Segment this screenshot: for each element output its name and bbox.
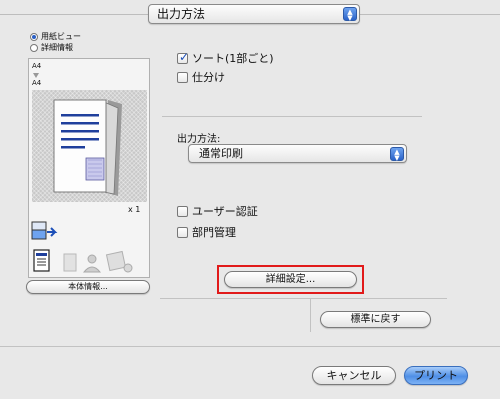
document-icon	[33, 249, 50, 272]
user-auth-checkbox[interactable]	[177, 205, 188, 217]
footer-divider	[0, 346, 500, 347]
radio-paper-view[interactable]	[30, 32, 38, 41]
output-method-select[interactable]: 通常印刷 ▲ ▼	[188, 144, 407, 163]
view-option-details-label: 詳細情報	[41, 43, 73, 52]
output-method-popup[interactable]: 出力方法 ▲ ▼	[148, 4, 360, 24]
output-method-label: 出力方法:	[177, 134, 221, 145]
sort-checkbox[interactable]	[177, 50, 189, 64]
arrow-down-icon	[33, 73, 39, 78]
view-option-paper-label: 用紙ビュー	[41, 32, 81, 41]
output-method-value: 通常印刷	[199, 147, 243, 160]
offset-label: 仕分け	[192, 71, 225, 84]
printer-output-icon	[31, 221, 58, 240]
disabled-feature-icons	[63, 250, 133, 273]
user-auth-label: ユーザー認証	[192, 205, 258, 218]
account-track-label: 部門管理	[192, 226, 236, 239]
view-option-details[interactable]: 詳細情報	[30, 42, 73, 53]
output-method-popup-label: 出力方法	[157, 7, 206, 21]
print-button[interactable]: プリント	[404, 366, 468, 385]
offset-checkbox[interactable]	[177, 71, 188, 83]
paper-size-to: A4	[32, 79, 42, 87]
user-auth-option[interactable]: ユーザー認証	[177, 203, 258, 219]
radio-details-view[interactable]	[30, 43, 38, 52]
restore-defaults-button[interactable]: 標準に戻す	[320, 311, 431, 328]
machine-info-button[interactable]: 本体情報...	[26, 280, 150, 294]
details-button[interactable]: 詳細設定...	[224, 271, 357, 288]
section-divider	[162, 116, 422, 117]
paper-size-from: A4	[32, 62, 42, 70]
vertical-divider	[310, 298, 311, 332]
view-option-paper[interactable]: 用紙ビュー	[30, 31, 81, 42]
select-stepper-icon: ▲ ▼	[390, 147, 404, 162]
document-preview-icon	[53, 99, 122, 196]
sort-label: ソート(1部ごと)	[192, 52, 274, 65]
account-track-checkbox[interactable]	[177, 226, 188, 238]
popup-stepper-icon: ▲ ▼	[343, 7, 357, 22]
cancel-button[interactable]: キャンセル	[312, 366, 396, 385]
account-track-option[interactable]: 部門管理	[177, 224, 236, 240]
bottom-panel-divider	[160, 298, 447, 299]
copies-count: x 1	[128, 205, 141, 214]
offset-option[interactable]: 仕分け	[177, 69, 225, 85]
sort-option[interactable]: ソート(1部ごと)	[177, 50, 274, 66]
